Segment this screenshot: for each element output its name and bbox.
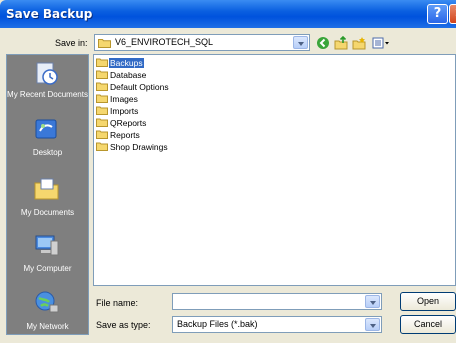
save-as-type-value: Backup Files (*.bak) bbox=[177, 319, 258, 329]
folder-icon bbox=[98, 39, 111, 48]
place-label: My Network bbox=[26, 322, 69, 331]
desktop-icon bbox=[35, 119, 57, 139]
folder-icon bbox=[96, 58, 108, 67]
place-label: Desktop bbox=[32, 148, 63, 157]
place-my-computer[interactable]: My Computer bbox=[7, 233, 88, 277]
place-desktop[interactable]: Desktop bbox=[7, 117, 88, 157]
file-name-field[interactable] bbox=[172, 293, 382, 310]
save-in-label: Save in: bbox=[55, 38, 88, 48]
cancel-button[interactable]: Cancel bbox=[400, 315, 456, 334]
save-in-value: V6_ENVIROTECH_SQL bbox=[115, 37, 214, 47]
place-my-recent-documents[interactable]: My Recent Documents bbox=[7, 61, 88, 109]
save-backup-dialog: Save Backup ? ✕ Save in: V6_ENVIROTECH_S… bbox=[0, 0, 456, 343]
chevron-down-icon[interactable] bbox=[365, 318, 380, 331]
list-item[interactable]: Shop Drawings bbox=[96, 142, 169, 153]
save-in-dropdown[interactable]: V6_ENVIROTECH_SQL bbox=[94, 34, 310, 51]
folder-icon bbox=[96, 82, 108, 91]
place-label: My Computer bbox=[23, 264, 72, 273]
folder-icon bbox=[96, 118, 108, 127]
chevron-down-icon[interactable] bbox=[365, 295, 380, 308]
list-item[interactable]: Images bbox=[96, 94, 139, 105]
views-menu-icon[interactable] bbox=[372, 36, 390, 50]
place-label: My Recent Documents bbox=[7, 90, 88, 99]
chevron-down-icon[interactable] bbox=[293, 36, 308, 49]
new-folder-icon[interactable] bbox=[352, 36, 366, 50]
help-button[interactable]: ? bbox=[427, 4, 448, 24]
list-item[interactable]: Reports bbox=[96, 130, 141, 141]
list-item[interactable]: Database bbox=[96, 70, 147, 81]
file-name-label: File name: bbox=[96, 298, 139, 308]
title-bar[interactable]: Save Backup ? ✕ bbox=[0, 0, 456, 28]
save-as-type-label: Save as type: bbox=[96, 320, 151, 330]
back-icon[interactable] bbox=[316, 36, 330, 50]
my-network-icon bbox=[35, 291, 59, 313]
open-button[interactable]: Open bbox=[400, 292, 456, 311]
file-list[interactable]: Backups Database Default Options Images … bbox=[93, 54, 456, 286]
up-folder-icon[interactable] bbox=[334, 36, 348, 50]
list-item[interactable]: Imports bbox=[96, 106, 139, 117]
place-my-network[interactable]: My Network bbox=[7, 289, 88, 333]
places-bar: My Recent Documents Desktop My Documents bbox=[6, 54, 89, 335]
folder-icon bbox=[96, 142, 108, 151]
folder-icon bbox=[96, 94, 108, 103]
list-item[interactable]: QReports bbox=[96, 118, 147, 129]
place-my-documents[interactable]: My Documents bbox=[7, 175, 88, 219]
folder-icon bbox=[96, 106, 108, 115]
folder-icon bbox=[96, 70, 108, 79]
my-documents-icon bbox=[34, 178, 59, 200]
folder-icon bbox=[96, 130, 108, 139]
list-item[interactable]: Backups bbox=[96, 58, 144, 69]
list-item[interactable]: Default Options bbox=[96, 82, 170, 93]
my-computer-icon bbox=[35, 235, 59, 256]
save-as-type-dropdown[interactable]: Backup Files (*.bak) bbox=[172, 316, 382, 333]
window-title: Save Backup bbox=[6, 7, 93, 21]
close-button[interactable]: ✕ bbox=[449, 4, 456, 24]
recent-documents-icon bbox=[36, 62, 58, 85]
place-label: My Documents bbox=[20, 208, 75, 217]
